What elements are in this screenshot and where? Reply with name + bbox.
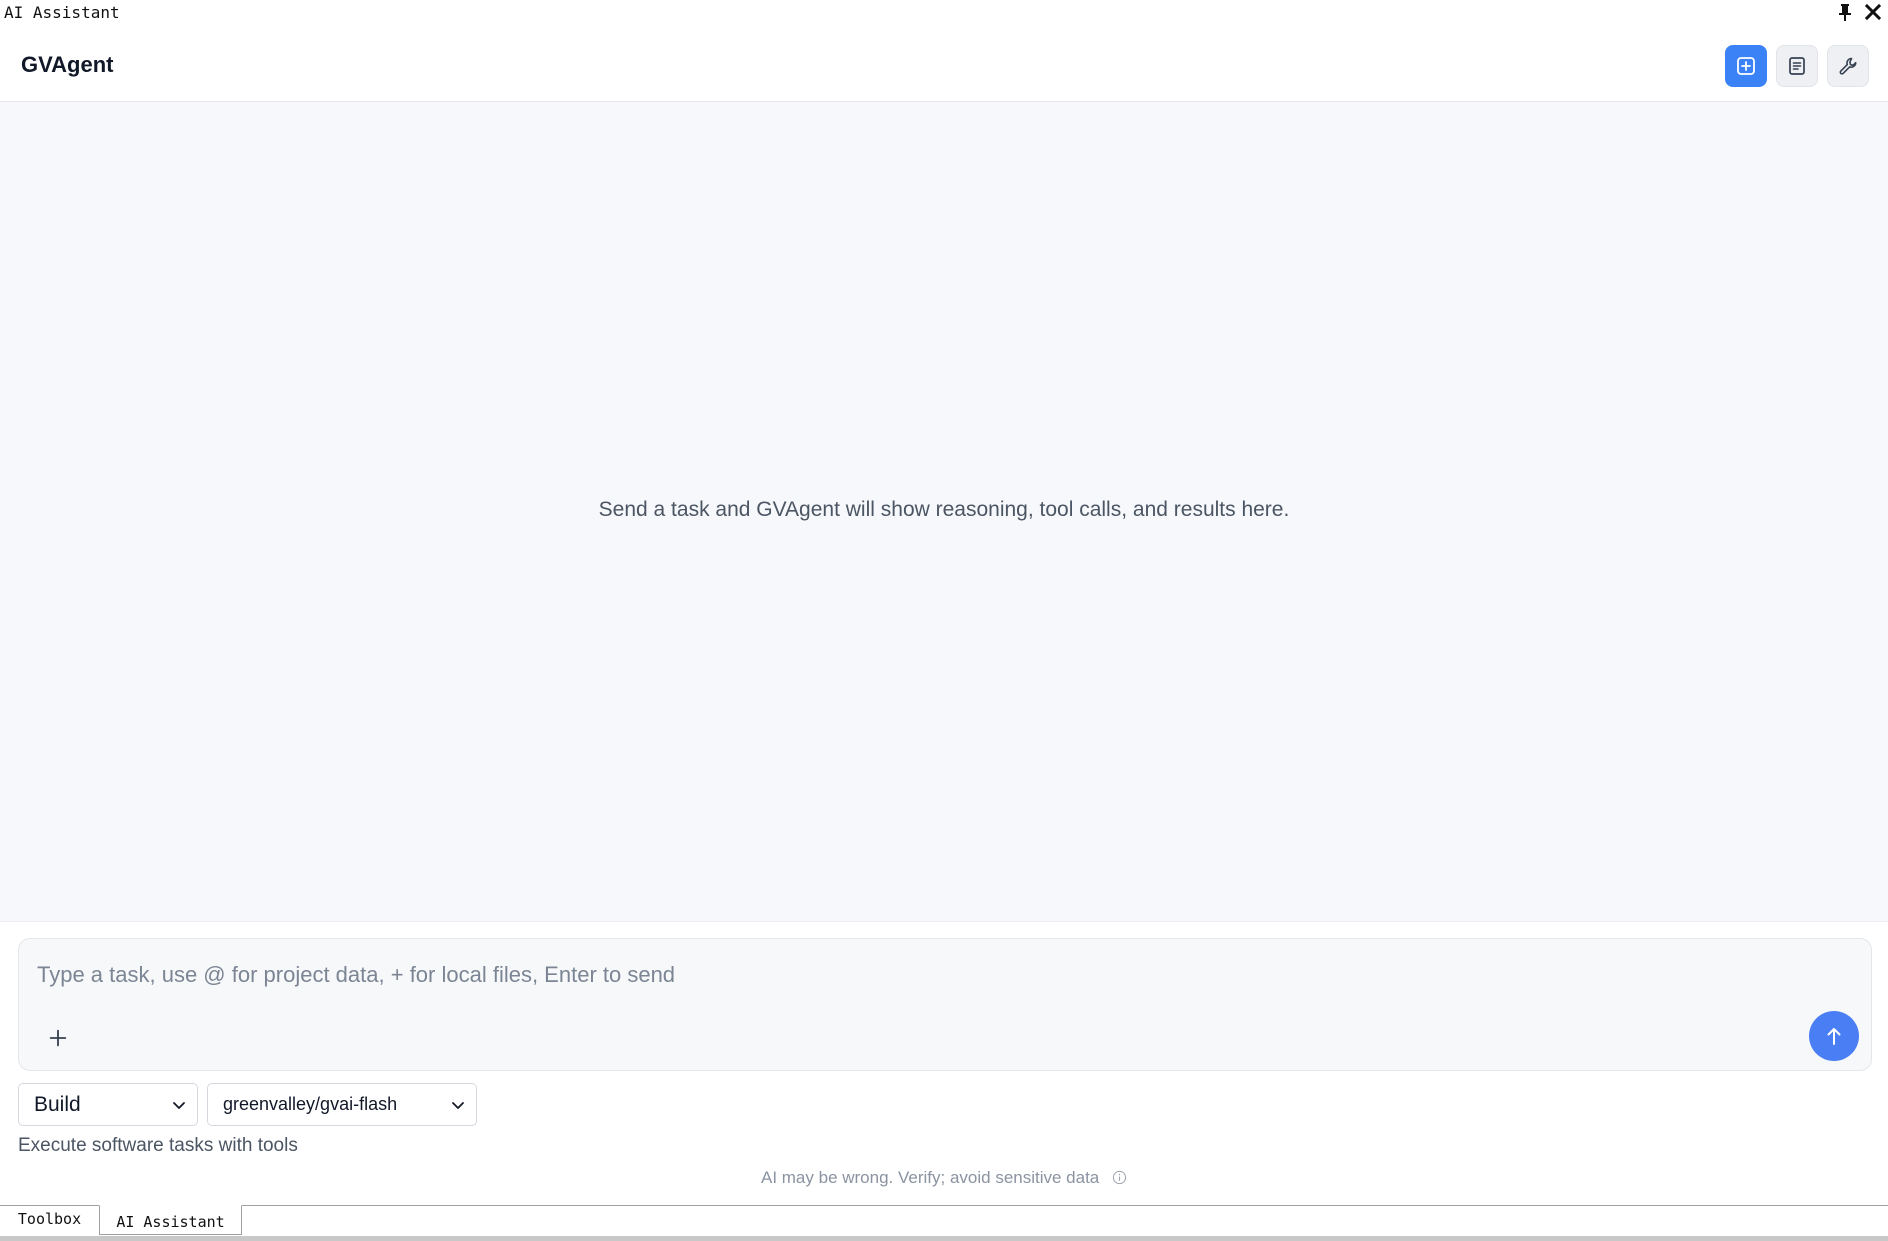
- new-chat-button[interactable]: [1725, 45, 1767, 87]
- chevron-down-icon: [173, 1102, 185, 1109]
- panel-title: AI Assistant: [4, 3, 120, 22]
- send-button[interactable]: [1809, 1011, 1859, 1061]
- disclaimer: AI may be wrong. Verify; avoid sensitive…: [0, 1168, 1888, 1188]
- app-title: GVAgent: [21, 52, 114, 77]
- wrench-icon: [1839, 57, 1857, 75]
- disclaimer-text: AI may be wrong. Verify; avoid sensitive…: [760, 1168, 1100, 1187]
- panel-titlebar: AI Assistant: [0, 0, 1888, 24]
- chat-area: Send a task and GVAgent will show reason…: [0, 102, 1888, 922]
- tab-ai-assistant[interactable]: AI Assistant: [99, 1205, 242, 1235]
- model-select[interactable]: greenvalley/gvai-flash: [207, 1083, 477, 1126]
- close-icon[interactable]: [1864, 2, 1882, 22]
- document-icon: [1789, 57, 1805, 75]
- composer: [18, 938, 1872, 1071]
- plus-icon: [49, 1029, 67, 1047]
- tab-toolbox[interactable]: Toolbox: [0, 1205, 99, 1235]
- tab-strip: Toolbox AI Assistant: [0, 1205, 1888, 1241]
- history-button[interactable]: [1776, 45, 1818, 87]
- arrow-up-icon: [1827, 1028, 1841, 1045]
- model-select-value: greenvalley/gvai-flash: [223, 1094, 398, 1114]
- mode-description: Execute software tasks with tools: [18, 1135, 298, 1156]
- info-icon[interactable]: [1112, 1170, 1127, 1185]
- task-input[interactable]: [37, 959, 1737, 991]
- pin-icon[interactable]: [1836, 2, 1854, 22]
- empty-state-message: Send a task and GVAgent will show reason…: [598, 498, 1290, 521]
- new-chat-icon: [1737, 57, 1755, 75]
- chevron-down-icon: [452, 1102, 464, 1109]
- app-header: GVAgent: [0, 24, 1888, 102]
- mode-select-value: Build: [34, 1092, 81, 1116]
- mode-select[interactable]: Build: [18, 1083, 198, 1126]
- attach-file-button[interactable]: [43, 1023, 73, 1053]
- settings-button[interactable]: [1827, 45, 1869, 87]
